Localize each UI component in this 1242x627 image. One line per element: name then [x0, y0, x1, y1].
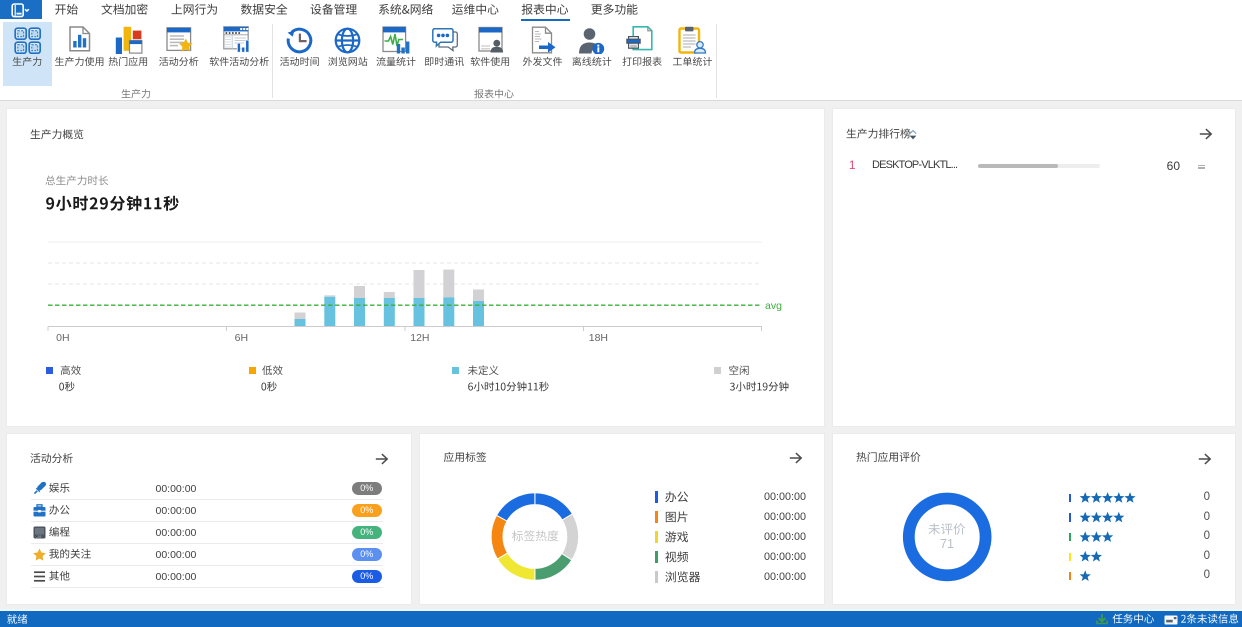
- svg-text:CSS: CSS: [36, 534, 42, 538]
